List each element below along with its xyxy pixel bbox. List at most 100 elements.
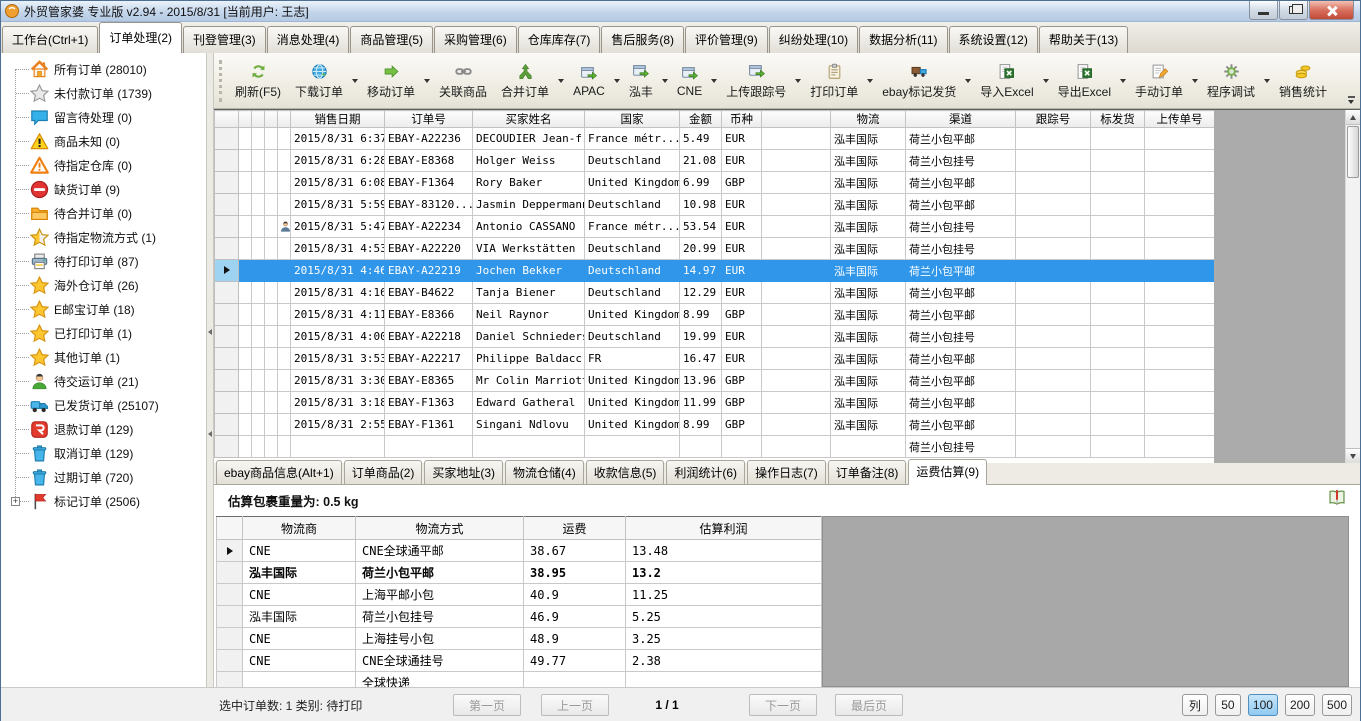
manual-order-dropdown-button[interactable] xyxy=(1191,79,1199,83)
freight-cell[interactable]: 40.9 xyxy=(524,584,626,606)
flag-cell[interactable] xyxy=(252,282,265,304)
order-cell[interactable]: 荷兰小包平邮 xyxy=(906,194,1016,216)
freight-cell[interactable]: 上海平邮小包 xyxy=(356,584,524,606)
hongfeng-button[interactable]: 泓丰 xyxy=(622,60,660,102)
order-cell[interactable] xyxy=(1091,326,1145,348)
order-cell[interactable]: Tanja Biener xyxy=(473,282,585,304)
freight-cell[interactable]: 13.48 xyxy=(626,540,822,562)
page-size-50-button[interactable]: 50 xyxy=(1215,694,1241,716)
download-orders-dropdown-button[interactable] xyxy=(351,79,359,83)
order-cell[interactable]: Philippe Baldacc... xyxy=(473,348,585,370)
order-cell[interactable]: 荷兰小包平邮 xyxy=(906,260,1016,282)
flag-cell[interactable] xyxy=(252,304,265,326)
sidebar-item-printed-orders[interactable]: 已打印订单 (1) xyxy=(1,321,206,345)
row-selector[interactable] xyxy=(215,282,239,304)
order-row[interactable]: 2015/8/31 4:11EBAY-E8366Neil RaynorUnite… xyxy=(215,304,1215,326)
detail-tab-ebay-product-info[interactable]: ebay商品信息(Alt+1) xyxy=(216,460,342,484)
order-cell[interactable]: 2015/8/31 4:00 xyxy=(291,326,385,348)
vertical-scrollbar[interactable] xyxy=(1345,110,1360,463)
row-selector[interactable] xyxy=(215,348,239,370)
detail-tab-logistics-warehouse[interactable]: 物流仓储(4) xyxy=(505,460,584,484)
flag-cell[interactable] xyxy=(239,282,252,304)
order-cell[interactable]: 21.08 xyxy=(680,150,722,172)
sidebar-item-eub-orders[interactable]: E邮宝订单 (18) xyxy=(1,297,206,321)
order-cell[interactable]: France métr... xyxy=(585,216,680,238)
flag-cell[interactable] xyxy=(252,238,265,260)
export-excel-button[interactable]: 导出Excel xyxy=(1051,60,1118,102)
sidebar-item-pending-messages[interactable]: 留言待处理 (0) xyxy=(1,105,206,129)
row-selector[interactable] xyxy=(215,216,239,238)
row-selector[interactable] xyxy=(215,304,239,326)
export-excel-dropdown-button[interactable] xyxy=(1119,79,1127,83)
order-row[interactable]: 2015/8/31 4:53EBAY-A22220VIA Werkstätten… xyxy=(215,238,1215,260)
flag-cell[interactable] xyxy=(278,436,291,458)
order-cell[interactable]: Deutschland xyxy=(585,150,680,172)
order-cell[interactable]: EBAY-E8365 xyxy=(385,370,473,392)
order-cell[interactable]: United Kingdom xyxy=(585,414,680,436)
freight-cell[interactable]: 2.38 xyxy=(626,650,822,672)
freight-cell[interactable]: CNE xyxy=(243,540,356,562)
order-cell[interactable]: Antonio CASSANO xyxy=(473,216,585,238)
order-cell[interactable]: Deutschland xyxy=(585,194,680,216)
flag-cell[interactable] xyxy=(278,326,291,348)
scroll-down-button[interactable] xyxy=(1346,448,1360,463)
order-cell[interactable] xyxy=(1016,172,1091,194)
row-selector[interactable] xyxy=(215,260,239,282)
flag-cell[interactable] xyxy=(252,392,265,414)
order-cell[interactable]: 荷兰小包平邮 xyxy=(906,172,1016,194)
toolbar-overflow-button[interactable] xyxy=(1345,96,1357,104)
order-cell[interactable]: 2015/8/31 4:46 xyxy=(291,260,385,282)
detail-tab-operation-log[interactable]: 操作日志(7) xyxy=(747,460,826,484)
order-cell[interactable]: 2015/8/31 2:55 xyxy=(291,414,385,436)
hongfeng-dropdown-button[interactable] xyxy=(661,79,669,83)
order-cell[interactable] xyxy=(1145,326,1215,348)
order-cell[interactable]: EBAY-A22220 xyxy=(385,238,473,260)
sidebar-item-unpaid-orders[interactable]: 未付款订单 (1739) xyxy=(1,81,206,105)
order-cell[interactable] xyxy=(1016,260,1091,282)
link-products-button[interactable]: 关联商品 xyxy=(432,60,494,102)
freight-cell[interactable]: 11.25 xyxy=(626,584,822,606)
order-cell[interactable]: GBP xyxy=(722,370,762,392)
order-cell[interactable]: EBAY-83120... xyxy=(385,194,473,216)
order-cell[interactable]: 荷兰小包平邮 xyxy=(906,392,1016,414)
order-cell[interactable] xyxy=(1016,128,1091,150)
flag-cell[interactable] xyxy=(265,282,278,304)
freight-cell[interactable]: 泓丰国际 xyxy=(243,606,356,628)
order-cell[interactable] xyxy=(1091,436,1145,458)
order-cell[interactable]: 2015/8/31 4:53 xyxy=(291,238,385,260)
order-cell[interactable]: 14.97 xyxy=(680,260,722,282)
order-cell[interactable] xyxy=(1091,128,1145,150)
order-cell[interactable]: VIA Werkstätten ... xyxy=(473,238,585,260)
minimize-button[interactable] xyxy=(1249,1,1278,20)
detail-tab-freight-estimate[interactable]: 运费估算(9) xyxy=(908,459,987,485)
order-cell[interactable] xyxy=(1016,348,1091,370)
order-cell[interactable]: GBP xyxy=(722,392,762,414)
toolbar-grip[interactable] xyxy=(219,60,223,102)
order-cell[interactable] xyxy=(1145,414,1215,436)
row-selector[interactable] xyxy=(215,194,239,216)
column-header[interactable]: 物流 xyxy=(831,111,906,128)
sidebar-item-refund-orders[interactable]: 退款订单 (129) xyxy=(1,417,206,441)
order-cell[interactable]: Jasmin Deppermann xyxy=(473,194,585,216)
flag-cell[interactable] xyxy=(252,326,265,348)
order-cell[interactable] xyxy=(1091,282,1145,304)
flag-cell[interactable] xyxy=(252,370,265,392)
sidebar-item-cancelled-orders[interactable]: 取消订单 (129) xyxy=(1,441,206,465)
flag-cell[interactable] xyxy=(239,304,252,326)
order-row[interactable]: 2015/8/31 3:53EBAY-A22217Philippe Baldac… xyxy=(215,348,1215,370)
order-cell[interactable]: Holger Weiss xyxy=(473,150,585,172)
order-cell[interactable]: 2015/8/31 3:18 xyxy=(291,392,385,414)
row-selector[interactable] xyxy=(215,436,239,458)
order-cell[interactable] xyxy=(1091,216,1145,238)
import-excel-button[interactable]: 导入Excel xyxy=(973,60,1040,102)
freight-row[interactable]: CNECNE全球通平邮38.6713.48 xyxy=(217,540,822,562)
flag-column-header[interactable] xyxy=(252,111,265,128)
flag-cell[interactable] xyxy=(239,172,252,194)
order-cell[interactable] xyxy=(1091,150,1145,172)
import-excel-dropdown-button[interactable] xyxy=(1042,79,1050,83)
column-header[interactable]: 金额 xyxy=(680,111,722,128)
scroll-up-button[interactable] xyxy=(1346,110,1360,125)
flag-cell[interactable] xyxy=(278,172,291,194)
order-cell[interactable]: GBP xyxy=(722,304,762,326)
freight-row[interactable]: 全球快递 xyxy=(217,672,822,688)
